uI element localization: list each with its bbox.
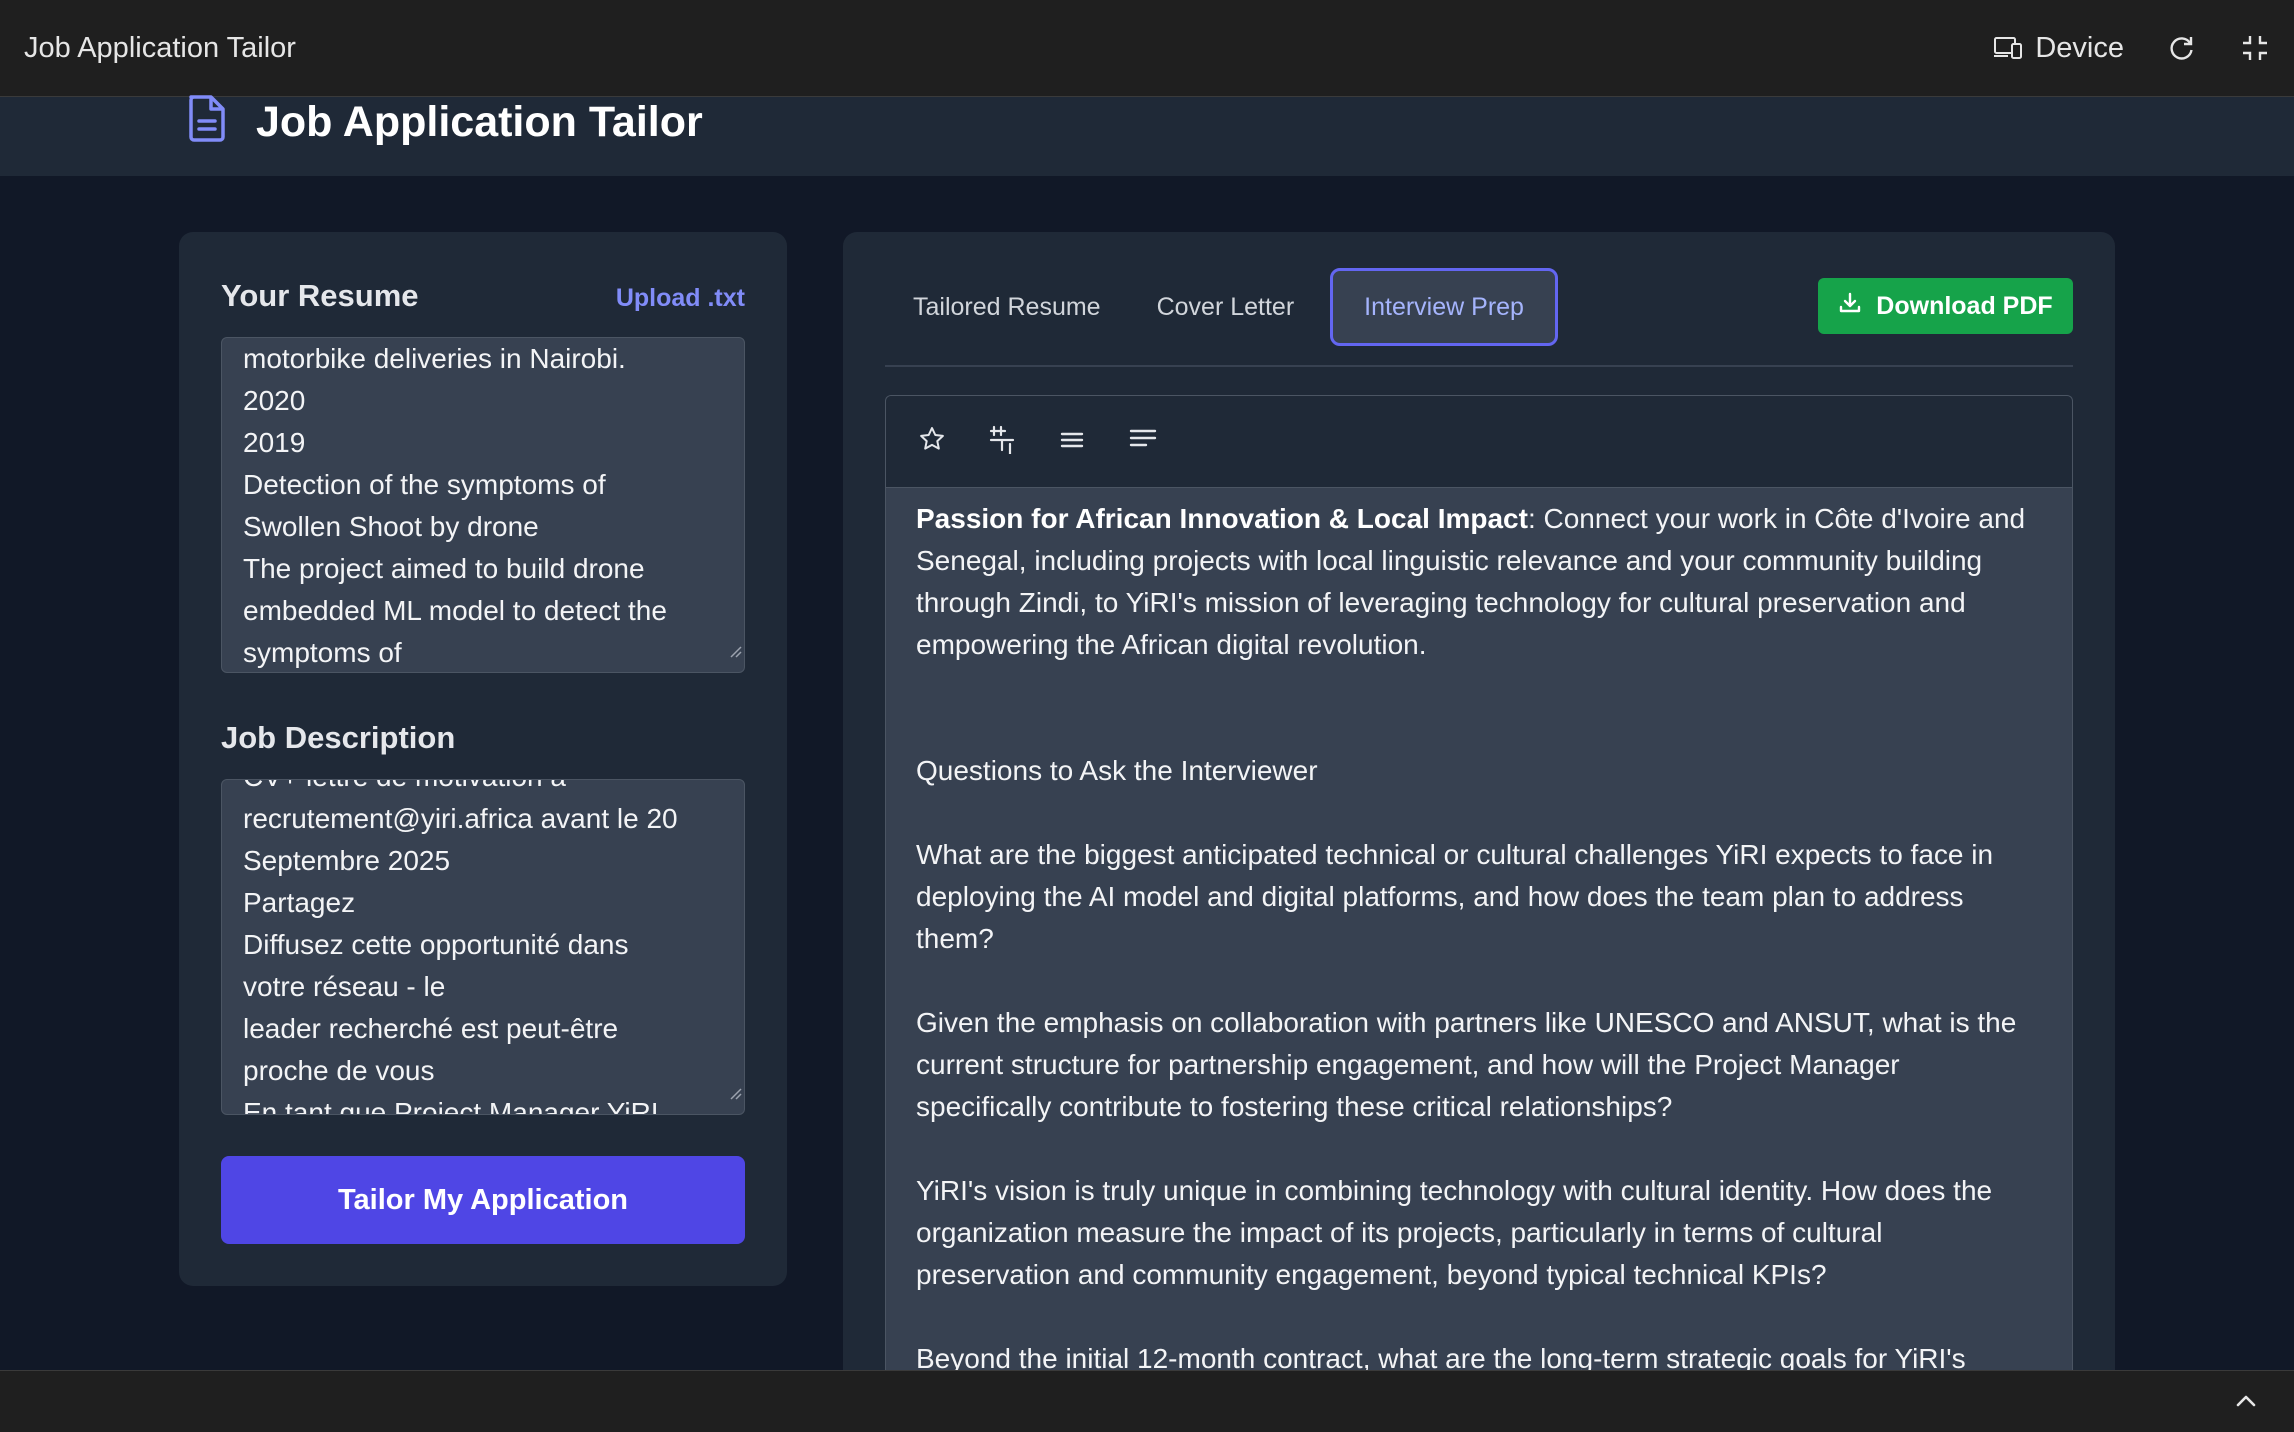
download-icon [1838, 291, 1862, 322]
question-1: What are the biggest anticipated technic… [916, 839, 1994, 954]
question-2: Given the emphasis on collaboration with… [916, 1007, 2017, 1122]
resume-text-line: 2019 [243, 427, 306, 458]
resume-text-line: The project aimed to build drone [243, 553, 645, 584]
resize-grip-icon[interactable] [728, 1070, 742, 1112]
job-description-text-line: Diffusez cette opportunité dans [243, 929, 629, 960]
tabs-divider [885, 365, 2073, 367]
resume-label-row: Your Resume Upload .txt [221, 278, 745, 314]
passion-heading: Passion for African Innovation & Local I… [916, 503, 1528, 534]
chevron-up-icon[interactable] [2234, 1391, 2258, 1416]
resume-text-line: symptoms of [243, 637, 402, 668]
device-icon [1993, 35, 2023, 61]
tab-interview-prep[interactable]: Interview Prep [1330, 268, 1558, 346]
job-description-text-line: proche de vous [243, 1055, 435, 1086]
device-label: Device [2035, 31, 2124, 64]
document-icon [185, 93, 229, 148]
job-description-text-line: CV+ lettre de motivation à [243, 780, 724, 798]
editor-content: Passion for African Innovation & Local I… [886, 488, 2072, 1432]
job-description-label: Job Description [221, 720, 456, 755]
input-panel: Your Resume Upload .txt motorbike delive… [179, 232, 787, 1286]
device-button[interactable]: Device [1993, 32, 2124, 65]
tab-tailored-resume[interactable]: Tailored Resume [885, 268, 1129, 346]
resume-text: motorbike deliveries in Nairobi. 2020 2019… [243, 338, 724, 672]
resume-text-line: Swollen Shoot by drone [243, 511, 539, 542]
editor-toolbar [886, 396, 2072, 488]
job-description-text: CV+ lettre de motivation à recrutement@yi… [243, 780, 724, 1115]
resume-text-line: embedded ML model to detect the [243, 595, 667, 626]
heading-icon[interactable] [988, 424, 1016, 459]
output-tabs: Tailored Resume Cover Letter Interview P… [885, 268, 1558, 346]
resume-label: Your Resume [221, 278, 419, 313]
tab-cover-letter[interactable]: Cover Letter [1129, 268, 1323, 346]
tailor-my-application-button[interactable]: Tailor My Application [221, 1156, 745, 1244]
resume-text-line: motorbike deliveries in Nairobi. [243, 343, 626, 374]
align-left-icon[interactable] [1128, 425, 1158, 458]
download-pdf-button[interactable]: Download PDF [1818, 278, 2073, 334]
refresh-icon[interactable] [2168, 34, 2196, 62]
resume-textarea[interactable]: motorbike deliveries in Nairobi. 2020 2019… [221, 337, 745, 673]
window-title: Job Application Tailor [24, 31, 296, 64]
job-description-label-row: Job Description [221, 720, 745, 756]
job-description-text-line: leader recherché est peut-être [243, 1013, 619, 1044]
star-icon[interactable] [918, 425, 946, 458]
resize-grip-icon[interactable] [728, 628, 742, 670]
bottom-bar [0, 1370, 2294, 1432]
resume-text-line: Detection of the symptoms of [243, 469, 606, 500]
job-description-text-line: Septembre 2025 [243, 845, 451, 876]
page-title: Job Application Tailor [256, 98, 703, 146]
app-header: Job Application Tailor [0, 95, 2294, 176]
job-description-textarea[interactable]: CV+ lettre de motivation à recrutement@yi… [221, 779, 745, 1115]
resume-text-line: 2020 [243, 385, 306, 416]
rich-text-editor[interactable]: Passion for African Innovation & Local I… [885, 395, 2073, 1432]
job-description-text-line: Partagez [243, 887, 356, 918]
align-justify-icon[interactable] [1058, 425, 1086, 458]
questions-heading: Questions to Ask the Interviewer [916, 755, 1318, 786]
download-pdf-label: Download PDF [1876, 291, 2053, 320]
output-panel: Tailored Resume Cover Letter Interview P… [843, 232, 2115, 1432]
passion-paragraph: Passion for African Innovation & Local I… [916, 498, 2042, 666]
question-3: YiRI's vision is truly unique in combini… [916, 1175, 1993, 1290]
job-description-text-line: En tant que Project Manager YiRI [243, 1097, 659, 1115]
job-description-text-line: recrutement@yiri.africa avant le 20 [243, 803, 678, 834]
job-description-text-line: votre réseau - le [243, 971, 446, 1002]
collapse-icon[interactable] [2240, 33, 2270, 63]
upload-txt-link[interactable]: Upload .txt [616, 284, 745, 313]
window-titlebar: Job Application Tailor Device [0, 0, 2294, 97]
